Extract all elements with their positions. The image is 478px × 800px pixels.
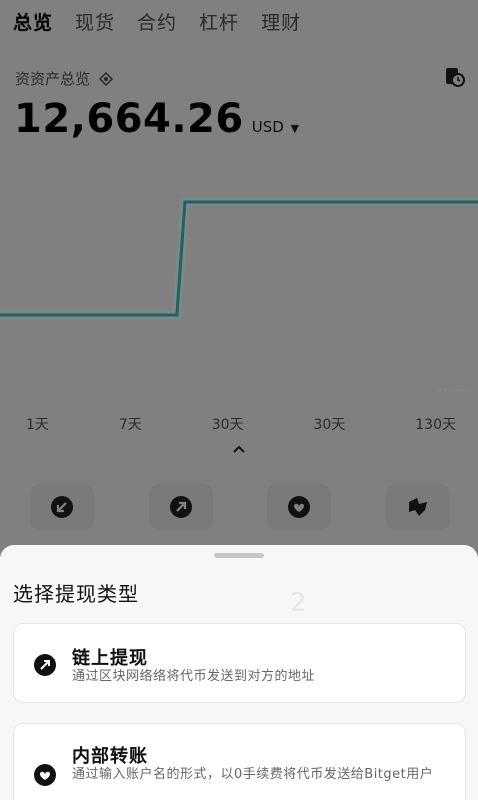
onchain-icon — [34, 654, 56, 676]
tab-overview[interactable]: 总览 — [13, 8, 53, 35]
convert-icon — [408, 498, 427, 516]
range-30d[interactable]: 30天 — [212, 414, 244, 434]
withdraw-type-sheet: 选择提现类型 2 链上提现 通过区块网络络将代币发送到对方的地址 内部转账 通过… — [0, 545, 478, 800]
sheet-title: 选择提现类型 — [13, 582, 139, 606]
currency-selector[interactable]: USD ▼ — [252, 118, 299, 136]
balance: 12,664.26 USD ▼ — [14, 96, 299, 142]
range-30d-2[interactable]: 30天 — [313, 414, 345, 434]
option-title: 内部转账 — [72, 746, 148, 767]
asset-chart — [0, 180, 478, 410]
tab-spot[interactable]: 现货 — [75, 8, 115, 35]
option-description: 通过区块网络络将代币发送到对方的地址 — [72, 669, 316, 684]
asset-label-text: 资资产总览 — [15, 70, 91, 88]
convert-button[interactable] — [385, 484, 450, 530]
eye-icon[interactable] — [98, 71, 114, 87]
option-title: 链上提现 — [72, 648, 148, 669]
range-130d[interactable]: 130天 — [415, 414, 456, 434]
chart-watermark: · · · · · · — [438, 386, 470, 396]
range-7d[interactable]: 7天 — [119, 414, 142, 434]
option-description: 通过输入账户名的形式，以0手续费将代币发送给Bitget用户 — [72, 767, 434, 782]
balance-value: 12,664.26 — [14, 96, 244, 142]
tab-margin[interactable]: 杠杆 — [199, 8, 239, 35]
transfer-icon — [288, 496, 311, 518]
time-range-selector: 1天 7天 30天 30天 130天 — [0, 414, 478, 434]
sheet-drag-handle[interactable] — [214, 553, 264, 558]
ghost-number: 2 — [290, 588, 307, 618]
series-line — [0, 200, 478, 317]
option-onchain-withdraw[interactable]: 链上提现 通过区块网络络将代币发送到对方的地址 — [13, 623, 466, 703]
deposit-icon — [51, 496, 73, 518]
withdraw-icon — [169, 496, 192, 518]
currency-label: USD — [251, 118, 284, 136]
chevron-up-icon[interactable] — [233, 444, 245, 454]
option-internal-transfer[interactable]: 内部转账 通过输入账户名的形式，以0手续费将代币发送给Bitget用户 — [13, 723, 466, 800]
history-icon[interactable] — [444, 66, 466, 88]
chart-svg — [0, 197, 478, 320]
withdraw-button[interactable] — [148, 484, 213, 530]
series-glow — [0, 197, 478, 320]
range-1d[interactable]: 1天 — [26, 414, 49, 434]
deposit-button[interactable] — [30, 484, 94, 530]
asset-overview-label: 资资产总览 — [15, 68, 114, 89]
action-bar — [30, 484, 450, 530]
caret-down-icon: ▼ — [290, 122, 300, 135]
tab-futures[interactable]: 合约 — [137, 8, 177, 35]
tab-earn[interactable]: 理财 — [261, 8, 301, 35]
internal-icon — [34, 764, 56, 786]
top-tabs: 总览 现货 合约 杠杆 理财 — [13, 8, 301, 35]
transfer-button[interactable] — [267, 484, 332, 530]
